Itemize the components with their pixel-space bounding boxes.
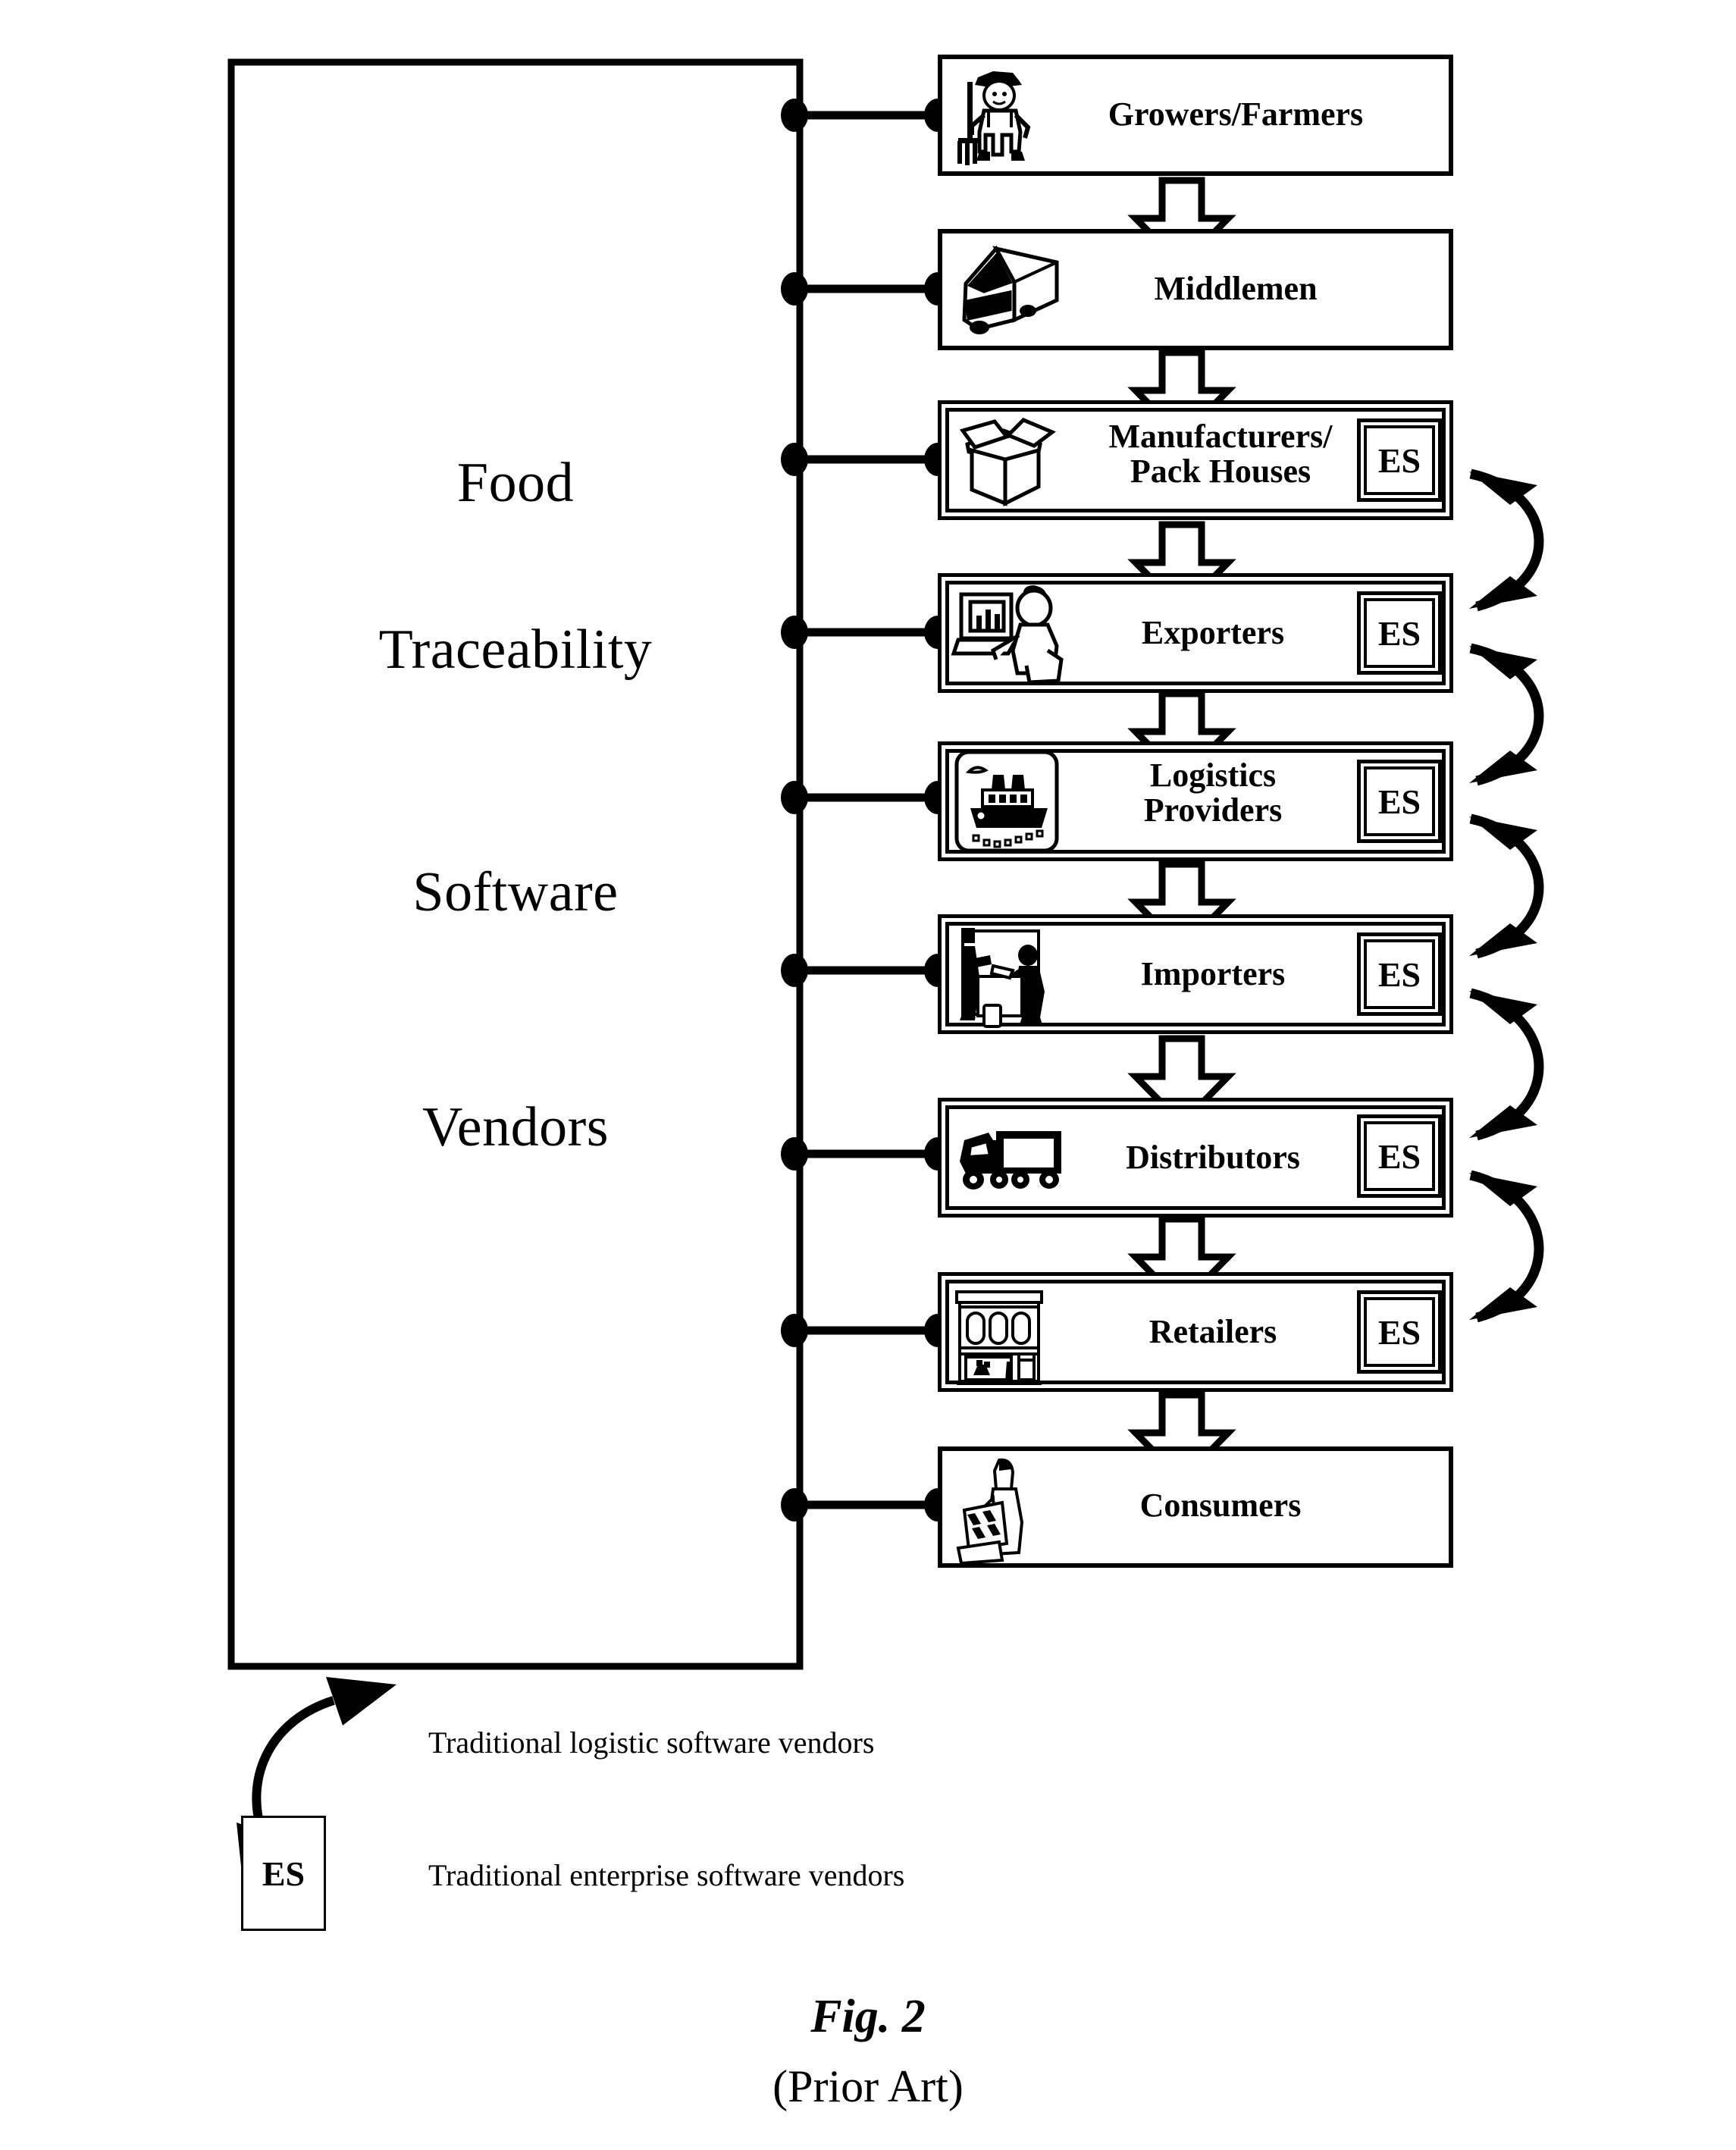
shopper-icon bbox=[956, 1458, 1024, 1565]
es-box-logistics[interactable]: ES bbox=[1357, 760, 1442, 843]
delivery-truck-icon bbox=[962, 245, 1059, 334]
open-box-icon bbox=[959, 418, 1056, 507]
figure-root: Food Traceability Software Vendors Growe… bbox=[0, 0, 1736, 2150]
es-link-arrowheads bbox=[1469, 472, 1537, 1320]
es-box-exporters[interactable]: ES bbox=[1357, 591, 1442, 675]
spine-dot-7 bbox=[781, 1314, 808, 1347]
stage-label-manufacturers-pack-houses: Manufacturers/ Pack Houses bbox=[1108, 418, 1333, 490]
storefront-icon bbox=[955, 1290, 1043, 1385]
es-label-exporters: ES bbox=[1377, 613, 1421, 653]
stage-label-consumers: Consumers bbox=[1139, 1487, 1302, 1524]
stage-label-growers-farmers: Growers/Farmers bbox=[1108, 96, 1364, 133]
legend-es-swatch: ES bbox=[241, 1816, 326, 1931]
spine-dot-8 bbox=[781, 1488, 808, 1522]
es-label-distributors: ES bbox=[1377, 1136, 1421, 1176]
legend-label-logistic-vendors: Traditional logistic software vendors bbox=[428, 1725, 875, 1760]
es-box-retailers[interactable]: ES bbox=[1357, 1290, 1442, 1374]
stage-label-exporters: Exporters bbox=[1141, 614, 1285, 651]
stage-label-middlemen: Middlemen bbox=[1154, 270, 1318, 307]
vendor-panel-line-vendors: Vendors bbox=[421, 1096, 609, 1158]
stage-label-importers: Importers bbox=[1140, 955, 1286, 992]
es-label-importers: ES bbox=[1377, 954, 1421, 994]
legend-arrowhead-top bbox=[326, 1677, 396, 1725]
legend-es-symbol: ES bbox=[262, 1854, 306, 1893]
vendor-panel-line-food: Food bbox=[456, 452, 575, 514]
figure-subcaption: (Prior Art) bbox=[772, 2061, 964, 2111]
junction-dots bbox=[781, 99, 951, 1522]
office-worker-computer-icon bbox=[951, 585, 1064, 685]
stage-label-logistics-providers: Logistics Providers bbox=[1143, 757, 1283, 829]
es-arrowhead-up-4 bbox=[1469, 1173, 1537, 1206]
vendor-panel-line-software: Software bbox=[412, 861, 619, 923]
es-box-distributors[interactable]: ES bbox=[1357, 1114, 1442, 1198]
spine-dot-0 bbox=[781, 99, 808, 132]
es-arrowhead-up-3 bbox=[1469, 991, 1537, 1024]
vendor-panel-line-traceability: Traceability bbox=[378, 619, 653, 681]
spine-dot-1 bbox=[781, 272, 808, 306]
figure-caption: Fig. 2 bbox=[810, 1991, 926, 2042]
legend-label-enterprise-vendors: Traditional enterprise software vendors bbox=[428, 1858, 905, 1892]
stage-label-retailers: Retailers bbox=[1148, 1313, 1277, 1350]
es-label-logistics: ES bbox=[1377, 782, 1421, 821]
es-label-manufacturers: ES bbox=[1377, 440, 1421, 480]
es-box-importers[interactable]: ES bbox=[1357, 932, 1442, 1016]
spine-dot-4 bbox=[781, 781, 808, 814]
warehouse-workers-icon bbox=[960, 928, 1045, 1028]
spoke-group bbox=[794, 111, 938, 1509]
es-label-retailers: ES bbox=[1377, 1312, 1421, 1352]
cargo-ship-icon bbox=[954, 750, 1059, 853]
legend-curve-arrow bbox=[252, 1696, 335, 1832]
es-box-manufacturers[interactable]: ES bbox=[1357, 418, 1442, 502]
stage-label-distributors: Distributors bbox=[1126, 1139, 1300, 1176]
spine-dot-5 bbox=[781, 954, 808, 987]
